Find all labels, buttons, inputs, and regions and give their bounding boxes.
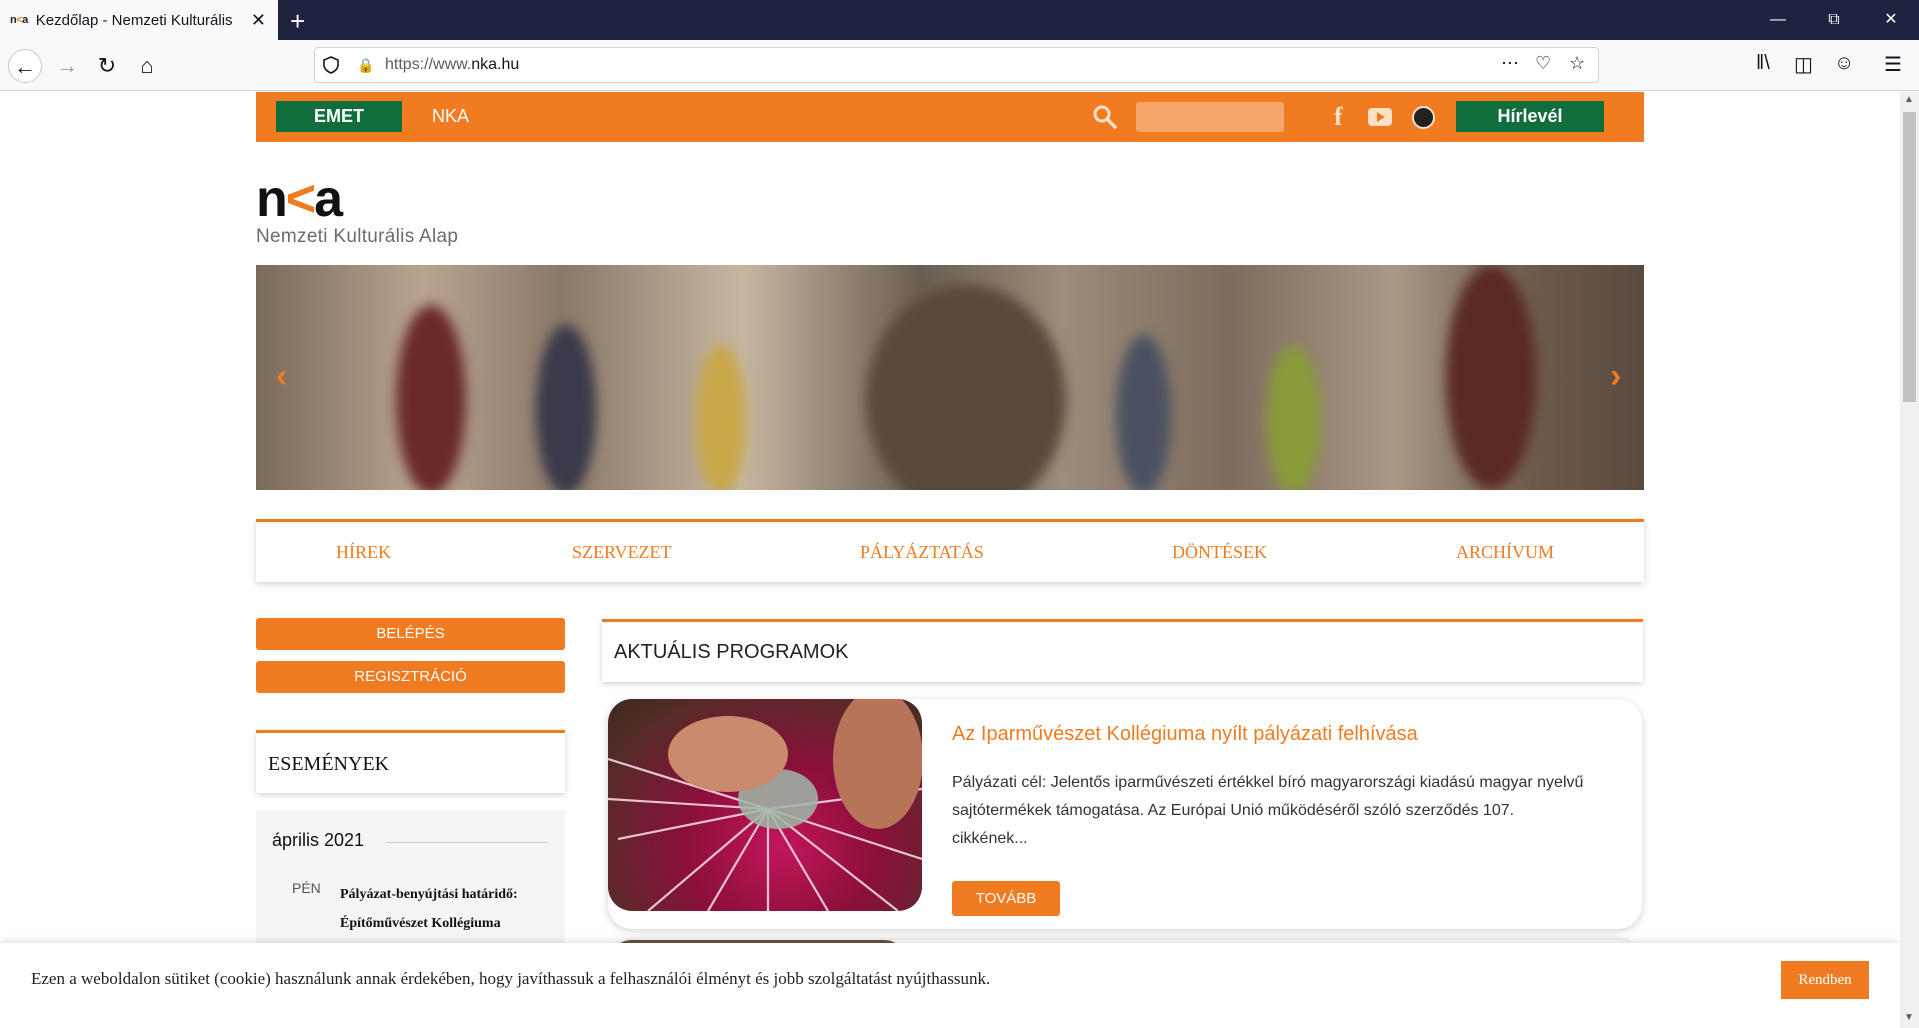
reload-button[interactable]: ↻ <box>90 49 124 83</box>
site-logo[interactable]: n<a Nemzeti Kulturális Alap <box>256 170 486 247</box>
newsletter-button[interactable]: Hírlevél <box>1456 101 1604 132</box>
restore-icon[interactable]: ⧉ <box>1806 0 1862 40</box>
events-header: ESEMÉNYEK <box>256 730 565 793</box>
nav-item-archivum[interactable]: ARCHÍVUM <box>1456 542 1554 563</box>
bookmark-star-icon[interactable]: ☆ <box>1569 53 1585 74</box>
event-line: Építőművészet Kollégiuma <box>340 916 501 931</box>
hero-slider: ‹ › <box>256 265 1644 490</box>
nav-item-szervezet[interactable]: SZERVEZET <box>572 542 672 563</box>
calendar-month: április 2021 <box>272 830 365 850</box>
url-text[interactable]: https://www.nka.hu <box>385 56 519 74</box>
hero-photo-head <box>866 285 1066 490</box>
slider-prev-icon[interactable]: ‹ <box>276 357 287 396</box>
logo-mark: n<a <box>256 170 343 228</box>
hero-photo-figure <box>1266 345 1321 490</box>
events-title: ESEMÉNYEK <box>268 753 390 775</box>
back-button[interactable]: ← <box>8 49 42 83</box>
hero-photo-figure <box>696 345 746 490</box>
page-scrollbar[interactable]: ▲ ▼ <box>1900 92 1919 1028</box>
main-nav: HÍREK SZERVEZET PÁLYÁZTATÁS DÖNTÉSEK ARC… <box>256 519 1644 582</box>
program-card-description: Pályázati cél: Jelentős iparművészeti ér… <box>952 774 1584 847</box>
cookie-text: Ezen a weboldalon sütiket (cookie) haszn… <box>31 969 991 988</box>
calendar-day: PÉN <box>292 880 321 896</box>
logo-subtitle: Nemzeti Kulturális Alap <box>256 226 459 247</box>
browser-toolbar: ← → ↻ ⌂ 🔒 https://www.nka.hu ⋯ ♡ ☆ ‖\ ◫ … <box>0 40 1919 91</box>
web-page: EMET NKA f Hírlevél n<a Nemzeti Kulturál… <box>0 92 1900 1028</box>
divider <box>386 842 548 843</box>
pocket-icon[interactable]: ♡ <box>1535 53 1551 74</box>
cookie-banner: Ezen a weboldalon sütiket (cookie) haszn… <box>0 943 1900 1028</box>
nav-item-palyaztatas[interactable]: PÁLYÁZTATÁS <box>860 542 984 563</box>
slider-next-icon[interactable]: › <box>1610 357 1621 396</box>
minimize-icon[interactable]: — <box>1750 0 1806 40</box>
sidebar-icon[interactable]: ◫ <box>1794 52 1813 77</box>
menu-icon[interactable]: ☰ <box>1884 52 1902 77</box>
nka-link[interactable]: NKA <box>432 106 469 127</box>
program-card-image[interactable] <box>608 699 922 911</box>
window-close-icon[interactable]: ✕ <box>1863 0 1919 40</box>
event-line: Pályázat-benyújtási határidő: <box>340 887 518 902</box>
programs-header: AKTUÁLIS PROGRAMOK <box>602 619 1643 682</box>
weaving-photo <box>608 699 922 911</box>
search-icon[interactable] <box>1092 104 1118 130</box>
home-button[interactable]: ⌂ <box>130 49 164 83</box>
hero-photo-figure <box>536 325 596 490</box>
account-icon[interactable]: ☺ <box>1834 52 1854 75</box>
page-actions-icon[interactable]: ⋯ <box>1501 53 1519 74</box>
site-topbar: EMET NKA f Hírlevél <box>256 92 1644 142</box>
film-reel-icon[interactable] <box>1412 106 1435 129</box>
login-button[interactable]: BELÉPÉS <box>256 618 565 650</box>
close-tab-icon[interactable]: ✕ <box>251 10 266 31</box>
tab-title: Kezdőlap - Nemzeti Kulturális Alap <box>35 11 236 29</box>
forward-button[interactable]: → <box>50 49 84 83</box>
browser-titlebar: n<a Kezdőlap - Nemzeti Kulturális Alap ✕… <box>0 0 1919 40</box>
programs-title: AKTUÁLIS PROGRAMOK <box>614 641 849 663</box>
youtube-icon[interactable] <box>1368 108 1392 126</box>
new-tab-button[interactable]: + <box>290 6 305 37</box>
nav-item-dontesek[interactable]: DÖNTÉSEK <box>1172 542 1267 563</box>
program-card-title[interactable]: Az Iparművészet Kollégiuma nyílt pályáza… <box>952 723 1418 746</box>
program-card: Az Iparművészet Kollégiuma nyílt pályáza… <box>608 699 1642 929</box>
emet-button[interactable]: EMET <box>276 101 402 132</box>
browser-tab[interactable]: n<a Kezdőlap - Nemzeti Kulturális Alap ✕ <box>0 0 278 40</box>
hero-photo-door <box>1446 265 1536 490</box>
address-bar[interactable]: 🔒 https://www.nka.hu ⋯ ♡ ☆ <box>314 47 1599 83</box>
lock-icon[interactable]: 🔒 <box>357 57 374 74</box>
shield-icon[interactable] <box>323 56 339 74</box>
register-button[interactable]: REGISZTRÁCIÓ <box>256 661 565 693</box>
calendar-event[interactable]: Pályázat-benyújtási határidő: Építőművés… <box>340 880 550 938</box>
search-input[interactable] <box>1136 102 1284 132</box>
library-icon[interactable]: ‖\ <box>1756 52 1770 75</box>
nav-item-hirek[interactable]: HÍREK <box>336 542 391 563</box>
more-button[interactable]: TOVÁBB <box>952 881 1060 916</box>
hero-photo-figure <box>396 305 466 490</box>
scroll-up-icon[interactable]: ▲ <box>1904 94 1914 105</box>
scrollbar-thumb[interactable] <box>1903 112 1916 402</box>
facebook-icon[interactable]: f <box>1334 102 1343 132</box>
cookie-accept-button[interactable]: Rendben <box>1781 961 1869 999</box>
nka-favicon-icon: n<a <box>10 14 28 26</box>
scroll-down-icon[interactable]: ▼ <box>1904 1012 1914 1023</box>
hero-photo-figure <box>1116 335 1171 490</box>
